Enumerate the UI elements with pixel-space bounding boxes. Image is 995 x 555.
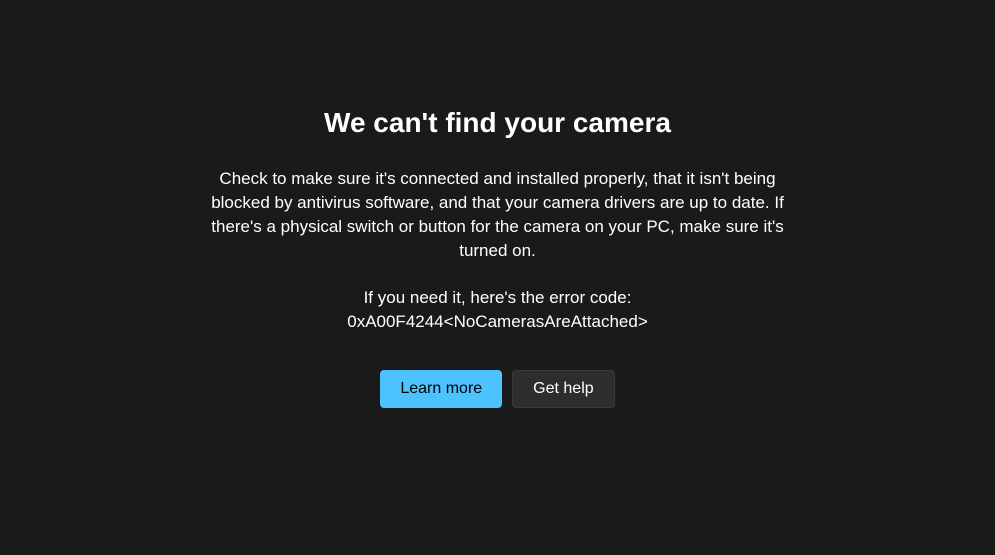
learn-more-button[interactable]: Learn more	[380, 370, 502, 408]
action-buttons-row: Learn more Get help	[198, 370, 798, 408]
error-code-value: 0xA00F4244<NoCamerasAreAttached>	[198, 310, 798, 334]
error-description: Check to make sure it's connected and in…	[198, 167, 798, 262]
error-code-intro: If you need it, here's the error code:	[198, 286, 798, 310]
camera-error-panel: We can't find your camera Check to make …	[178, 107, 818, 408]
error-title: We can't find your camera	[198, 107, 798, 139]
get-help-button[interactable]: Get help	[512, 370, 614, 408]
